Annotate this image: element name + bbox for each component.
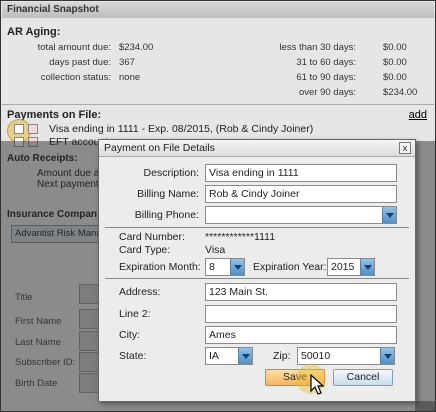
address-field[interactable]: 123 Main St. xyxy=(205,283,397,301)
state-value: IA xyxy=(209,350,219,362)
exp-year-select[interactable]: 2015 xyxy=(327,258,375,276)
description-label: Description: xyxy=(143,167,199,179)
exp-month-label: Expiration Month: xyxy=(119,261,201,273)
zip-value: 50010 xyxy=(301,350,331,362)
chevron-down-icon[interactable] xyxy=(382,207,396,223)
aging-label: collection status: xyxy=(40,72,111,83)
payment-row[interactable]: Visa ending in 1111 - Exp. 08/2015, (Rob… xyxy=(49,123,313,135)
exp-year-label: Expiration Year: xyxy=(253,261,327,273)
aging-row: over 90 days: $234.00 xyxy=(1,87,435,99)
aging-range: 61 to 90 days: xyxy=(296,72,356,83)
chevron-down-icon[interactable] xyxy=(238,348,252,364)
delete-icon[interactable] xyxy=(28,124,38,134)
aging-amount: $234.00 xyxy=(383,87,418,98)
divider xyxy=(105,227,409,228)
exp-year-value: 2015 xyxy=(331,261,355,273)
add-payment-link[interactable]: add xyxy=(409,109,427,121)
chevron-down-icon[interactable] xyxy=(230,259,244,275)
divider xyxy=(2,104,434,105)
aging-value: none xyxy=(119,72,141,83)
aging-label: total amount due: xyxy=(37,42,111,53)
zip-label: Zip: xyxy=(273,350,291,362)
aging-range: less than 30 days: xyxy=(279,42,356,53)
billing-name-field[interactable]: Rob & Cindy Joiner xyxy=(205,185,397,203)
modal-overlay xyxy=(415,141,435,411)
billing-phone-select[interactable] xyxy=(205,206,397,224)
modal-overlay xyxy=(1,141,99,411)
close-icon[interactable]: x xyxy=(399,142,411,154)
divider xyxy=(105,278,409,279)
section-header: Financial Snapshot xyxy=(2,2,434,18)
card-type-value: Visa xyxy=(205,244,226,256)
aging-range: 31 to 60 days: xyxy=(296,57,356,68)
description-field[interactable]: Visa ending in 1111 xyxy=(205,164,397,182)
line2-field[interactable] xyxy=(205,305,397,323)
mouse-pointer-icon xyxy=(310,374,325,395)
aging-amount: $0.00 xyxy=(383,57,407,68)
aging-value: $234.00 xyxy=(119,42,154,53)
dialog-title-bar: Payment on File Details x xyxy=(99,140,415,157)
payment-on-file-dialog: Payment on File Details x Description: V… xyxy=(98,139,416,402)
modal-overlay xyxy=(99,401,435,411)
city-field[interactable]: Ames xyxy=(205,326,397,344)
aging-amount: $0.00 xyxy=(383,42,407,53)
dialog-title: Payment on File Details xyxy=(104,142,215,154)
aging-row: collection status: none 61 to 90 days: $… xyxy=(1,72,435,84)
zip-select[interactable]: 50010 xyxy=(297,347,395,365)
aging-row: total amount due: $234.00 less than 30 d… xyxy=(1,42,435,54)
aging-amount: $0.00 xyxy=(383,72,407,83)
card-number-value: ************1111 xyxy=(205,231,276,243)
state-label: State: xyxy=(119,350,147,362)
chevron-down-icon[interactable] xyxy=(360,259,374,275)
card-type-label: Card Type: xyxy=(119,244,171,256)
cancel-button[interactable]: Cancel xyxy=(333,369,393,386)
billing-phone-label: Billing Phone: xyxy=(134,209,199,221)
exp-month-value: 8 xyxy=(209,261,215,273)
chevron-down-icon[interactable] xyxy=(380,348,394,364)
aging-value: 367 xyxy=(119,57,135,68)
state-select[interactable]: IA xyxy=(205,347,253,365)
exp-month-select[interactable]: 8 xyxy=(205,258,245,276)
aging-range: over 90 days: xyxy=(298,87,356,98)
aging-label: days past due: xyxy=(49,57,111,68)
ar-aging-title: AR Aging: xyxy=(7,26,61,38)
aging-row: days past due: 367 31 to 60 days: $0.00 xyxy=(1,57,435,69)
edit-icon[interactable] xyxy=(14,124,24,134)
billing-name-label: Billing Name: xyxy=(137,188,199,200)
